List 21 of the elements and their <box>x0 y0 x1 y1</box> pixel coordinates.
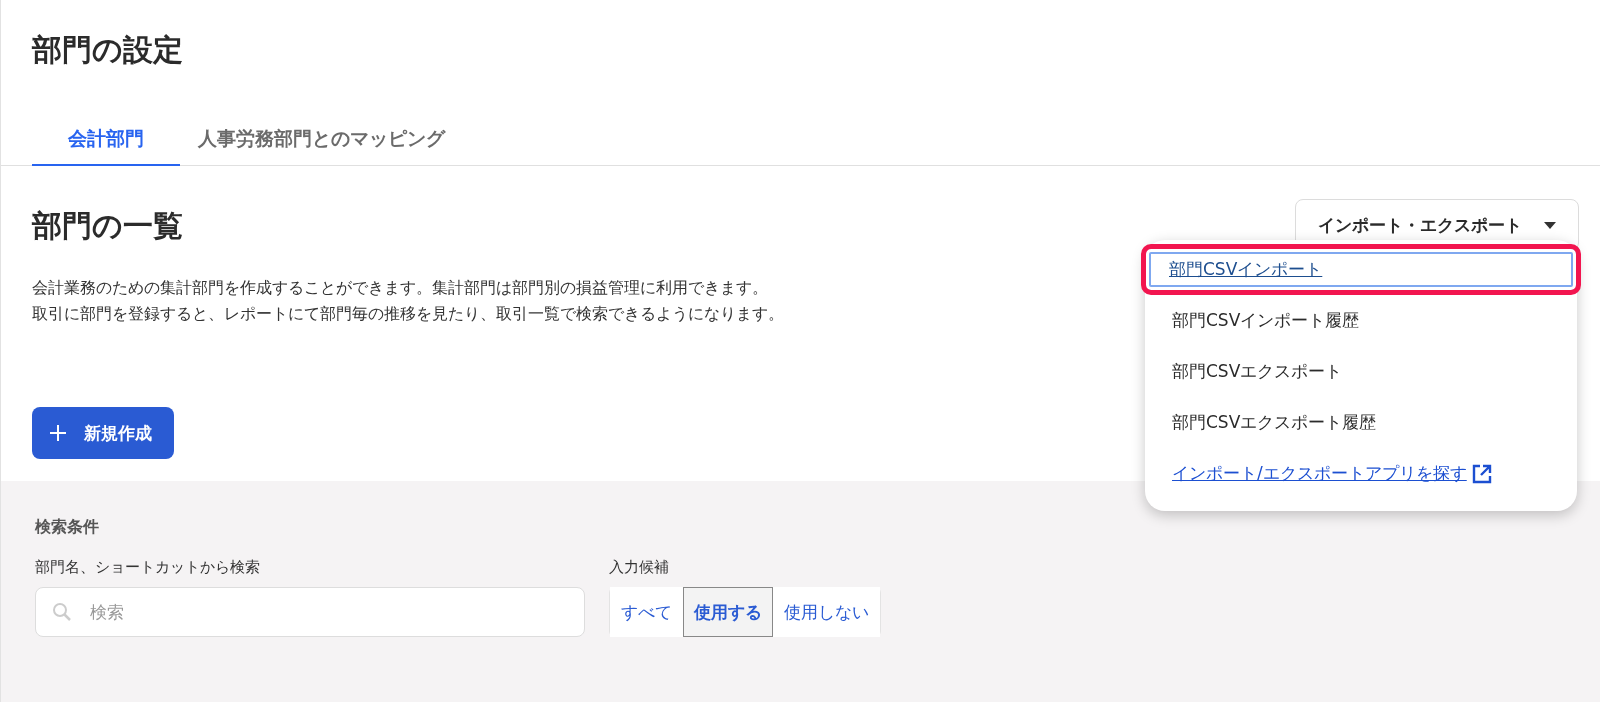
page-title: 部門の設定 <box>30 31 184 69</box>
external-link-icon <box>1470 462 1493 485</box>
plus-icon <box>50 425 66 441</box>
panel-title: 検索条件 <box>35 517 99 538</box>
caret-icon <box>1544 221 1556 229</box>
field-label: 入力候補 <box>609 558 670 577</box>
section-title: 部門の一覧 <box>32 207 183 245</box>
menu-item[interactable]: 部門CSVエクスポート履歴 <box>1151 397 1571 448</box>
filter-option[interactable]: すべて <box>610 587 683 637</box>
menu-item[interactable]: 部門CSVインポート履歴 <box>1151 295 1571 346</box>
tab[interactable]: 人事労務部門とのマッピング <box>180 118 481 166</box>
menu-item[interactable]: 部門CSVエクスポート <box>1151 346 1571 397</box>
filter-option[interactable]: 使用する <box>683 587 773 637</box>
tab[interactable]: 会計部門 <box>32 118 180 166</box>
filter-option[interactable]: 使用しない <box>773 587 880 637</box>
search-field[interactable]: 検索 <box>35 587 585 637</box>
section-description: 会計業務のための集計部門を作成することができます。集計部門は部門別の損益管理に利用できます。 取引に部門を登録すると、レポートにて部門毎の推移を見たり、取引一覧で検索できるようになります。 <box>32 278 784 325</box>
field-label: 部門名、ショートカットから検索 <box>35 558 261 577</box>
new-button[interactable]: 新規作成 <box>32 407 174 459</box>
menu-item[interactable]: 部門CSVインポート <box>1141 244 1581 295</box>
external-link[interactable]: インポート/エクスポートアプリを探す <box>1151 448 1571 499</box>
